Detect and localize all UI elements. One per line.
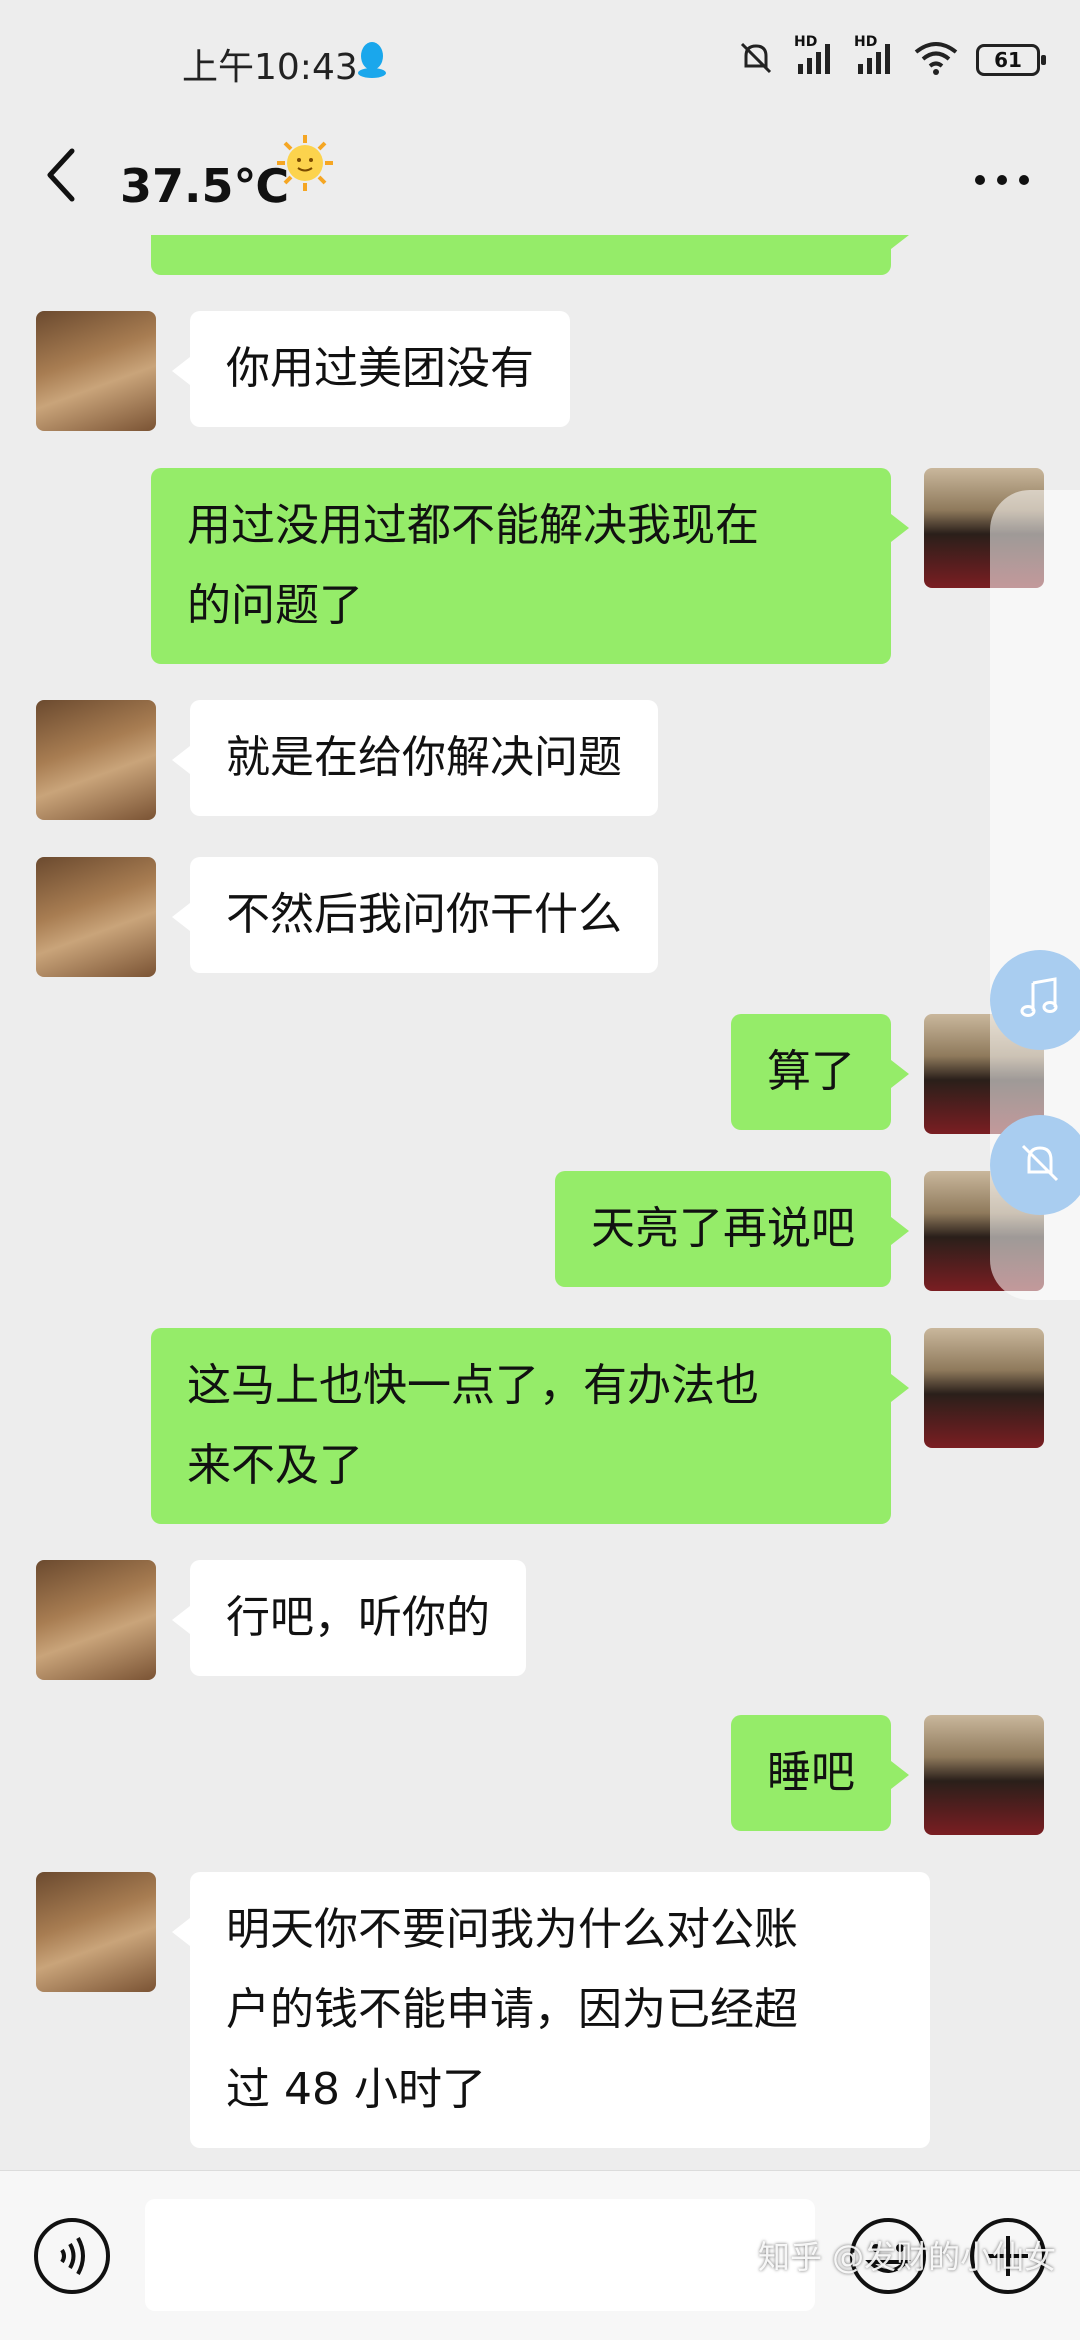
- message-text: 你用过美团没有: [226, 343, 534, 394]
- message-text: 睡吧: [767, 1747, 855, 1798]
- message-list[interactable]: 你用过美团没有 用过没用过都不能解决我现在 的问题了 就是在给你解决问题 不然后…: [0, 235, 1080, 2170]
- message-text-line: 这马上也快一点了，有办法也: [187, 1360, 759, 1411]
- message-text: 天亮了再说吧: [591, 1203, 855, 1254]
- message-input[interactable]: [145, 2199, 815, 2311]
- message-bubble-self[interactable]: 这马上也快一点了，有办法也 来不及了: [151, 1328, 909, 1524]
- message-text: 就是在给你解决问题: [226, 732, 622, 783]
- contact-avatar[interactable]: [36, 1560, 156, 1680]
- wifi-icon: [914, 40, 958, 80]
- qq-penguin-icon: [356, 40, 388, 84]
- music-note-icon: [1015, 973, 1065, 1027]
- signal-icon-2: HD: [854, 34, 896, 80]
- message-bubble-self[interactable]: 天亮了再说吧: [555, 1171, 909, 1287]
- self-avatar[interactable]: [924, 1328, 1044, 1448]
- chat-title[interactable]: 37.5℃: [120, 159, 289, 213]
- hd-label-2: HD: [854, 34, 878, 50]
- message-bubble-other[interactable]: 明天你不要问我为什么对公账 户的钱不能申请，因为已经超 过 48 小时了: [172, 1872, 930, 2148]
- signal-icon-1: HD: [794, 34, 836, 80]
- message-text-line: 过 48 小时了: [226, 2064, 486, 2115]
- more-options-icon[interactable]: [972, 165, 1032, 199]
- message-bubble-other[interactable]: 你用过美团没有: [172, 311, 570, 427]
- message-text-line: 明天你不要问我为什么对公账: [226, 1904, 798, 1955]
- message-bubble-other[interactable]: 就是在给你解决问题: [172, 700, 658, 816]
- contact-avatar[interactable]: [36, 311, 156, 431]
- message-text-line: 用过没用过都不能解决我现在: [187, 500, 759, 551]
- chat-header: 37.5℃: [0, 125, 1080, 235]
- mute-icon: [736, 38, 776, 82]
- music-float-button[interactable]: [990, 950, 1080, 1050]
- message-bubble-self[interactable]: 用过没用过都不能解决我现在 的问题了: [151, 468, 909, 664]
- message-text-line: 的问题了: [187, 580, 363, 631]
- contact-avatar[interactable]: [36, 1872, 156, 1992]
- status-time: 上午10:43: [182, 47, 358, 88]
- message-text: 算了: [767, 1046, 855, 1097]
- message-bubble-other[interactable]: 行吧，听你的: [172, 1560, 526, 1676]
- status-icons: HD HD 61: [736, 34, 1046, 82]
- contact-avatar[interactable]: [36, 700, 156, 820]
- status-bar: 上午10:43 HD HD 61: [0, 0, 1080, 125]
- message-bubble-self[interactable]: 睡吧: [731, 1715, 909, 1831]
- message-text: 行吧，听你的: [226, 1592, 490, 1643]
- mute-float-button[interactable]: [990, 1115, 1080, 1215]
- mute-bell-icon: [1015, 1138, 1065, 1192]
- watermark: 知乎 @发财的小仙女: [758, 2238, 1057, 2276]
- message-text-line: 户的钱不能申请，因为已经超: [226, 1984, 798, 2035]
- message-bubble-other[interactable]: 不然后我问你干什么: [172, 857, 658, 973]
- message-text: 不然后我问你干什么: [226, 889, 622, 940]
- message-bubble-self[interactable]: 算了: [731, 1014, 909, 1130]
- voice-input-icon[interactable]: [32, 2216, 112, 2300]
- sun-with-face-icon: [275, 133, 335, 197]
- self-avatar[interactable]: [924, 1715, 1044, 1835]
- message-text-line: 来不及了: [187, 1440, 363, 1491]
- message-bubble-self[interactable]: [151, 235, 909, 275]
- contact-avatar[interactable]: [36, 857, 156, 977]
- back-icon[interactable]: [42, 135, 82, 219]
- hd-label-1: HD: [794, 34, 818, 50]
- battery-icon: 61: [976, 44, 1046, 76]
